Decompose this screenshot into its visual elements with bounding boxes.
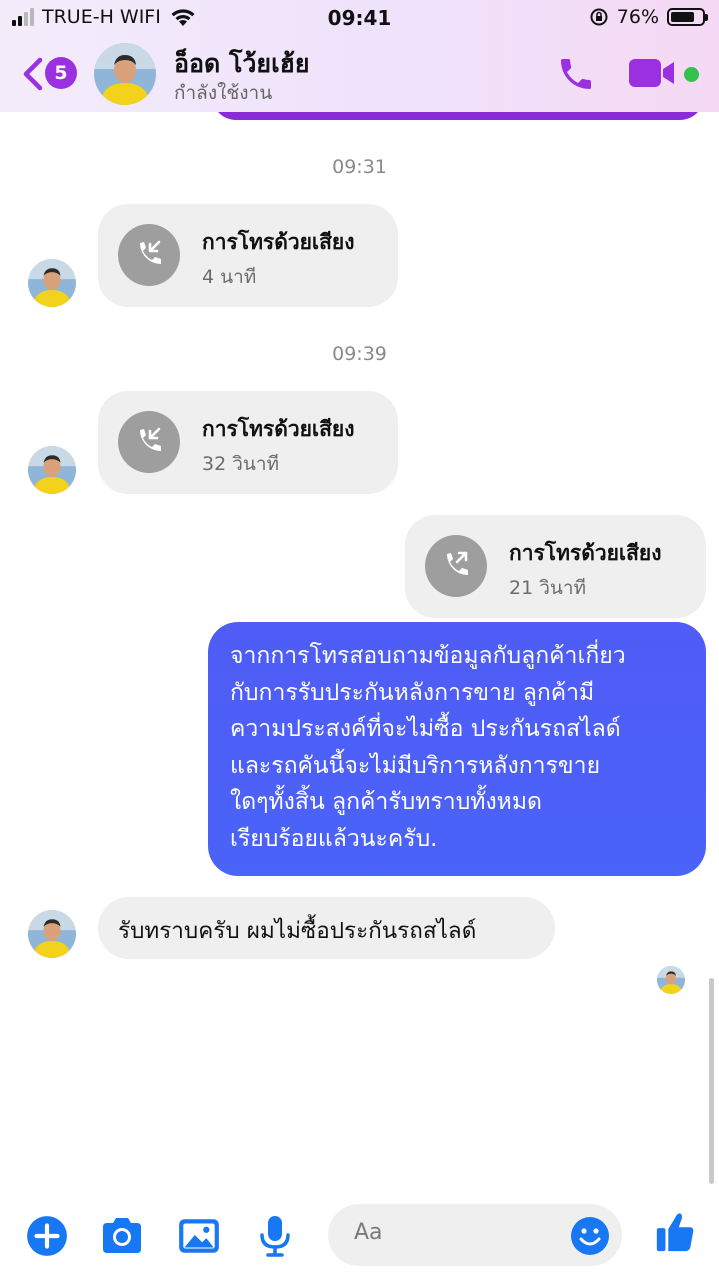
message-line: เรียบร้อยแล้วนะครับ.: [230, 825, 438, 852]
microphone-icon[interactable]: [252, 1214, 298, 1258]
call-title: การโทรด้วยเสียง: [202, 230, 355, 254]
thumbs-up-icon[interactable]: [652, 1210, 698, 1254]
message-timestamp: 09:39: [332, 343, 387, 365]
call-duration: 21 วินาที: [509, 577, 587, 599]
battery-icon: [667, 8, 708, 26]
scrollbar[interactable]: [709, 978, 714, 1184]
call-title: การโทรด้วยเสียง: [509, 541, 662, 565]
battery-percent: 76%: [616, 6, 659, 28]
outgoing-message-bubble[interactable]: จากการโทรสอบถามข้อมูลกับลูกค้าเกี่ยว กับ…: [208, 622, 706, 876]
plus-icon[interactable]: [24, 1214, 70, 1258]
call-title: การโทรด้วยเสียง: [202, 417, 355, 441]
call-duration: 4 นาที: [202, 266, 257, 288]
sender-avatar[interactable]: [28, 446, 76, 494]
chat-header: TRUE-H WIFI 09:41 76% 5 อ็อด โว้ยเฮ้ย กำ…: [0, 0, 719, 112]
camera-icon[interactable]: [99, 1214, 145, 1258]
incoming-call-icon: [118, 411, 180, 473]
message-composer: Aa: [0, 1196, 719, 1280]
message-input[interactable]: Aa: [328, 1204, 622, 1266]
outgoing-call-icon: [425, 535, 487, 597]
orientation-lock-icon: [590, 8, 608, 26]
image-icon[interactable]: [176, 1214, 222, 1258]
sender-avatar[interactable]: [28, 910, 76, 958]
message-line: และรถคันนี้จะไม่มีบริการหลังการขาย: [230, 752, 601, 779]
video-camera-icon[interactable]: [628, 56, 676, 90]
emoji-icon[interactable]: [570, 1216, 610, 1256]
unread-badge[interactable]: 5: [45, 57, 77, 89]
message-input-placeholder: Aa: [354, 1220, 383, 1245]
message-line: ใดๆทั้งสิ้น ลูกค้ารับทราบทั้งหมด: [230, 789, 542, 815]
message-line: กับการรับประกันหลังการขาย ลูกค้ามี: [230, 679, 595, 706]
message-text: รับทราบครับ ผมไม่ซื้อประกันรถสไลด์: [118, 918, 477, 944]
message-timestamp: 09:31: [332, 156, 387, 178]
call-duration: 32 วินาที: [202, 453, 280, 475]
incoming-call-icon: [118, 224, 180, 286]
sender-avatar[interactable]: [28, 259, 76, 307]
status-bar: TRUE-H WIFI 09:41 76%: [0, 0, 719, 36]
voice-call-bubble[interactable]: การโทรด้วยเสียง 4 นาที: [98, 204, 398, 307]
contact-avatar[interactable]: [94, 43, 156, 105]
messenger-chat-screen: TRUE-H WIFI 09:41 76% 5 อ็อด โว้ยเฮ้ย กำ…: [0, 0, 719, 1280]
incoming-message-bubble[interactable]: รับทราบครับ ผมไม่ซื้อประกันรถสไลด์: [98, 897, 555, 959]
nav-bar: 5 อ็อด โว้ยเฮ้ย กำลังใช้งาน: [0, 40, 719, 110]
phone-icon[interactable]: [556, 54, 596, 94]
online-indicator: [684, 67, 699, 82]
seen-indicator-avatar: [657, 966, 685, 994]
contact-status: กำลังใช้งาน: [174, 82, 273, 104]
message-line: ความประสงค์ที่จะไม่ซื้อ ประกันรถสไลด์: [230, 716, 621, 742]
status-right: 76%: [589, 6, 708, 28]
voice-call-bubble[interactable]: การโทรด้วยเสียง 32 วินาที: [98, 391, 398, 494]
voice-call-bubble-outgoing[interactable]: การโทรด้วยเสียง 21 วินาที: [405, 515, 706, 618]
message-line: จากการโทรสอบถามข้อมูลกับลูกค้าเกี่ยว: [230, 643, 626, 669]
